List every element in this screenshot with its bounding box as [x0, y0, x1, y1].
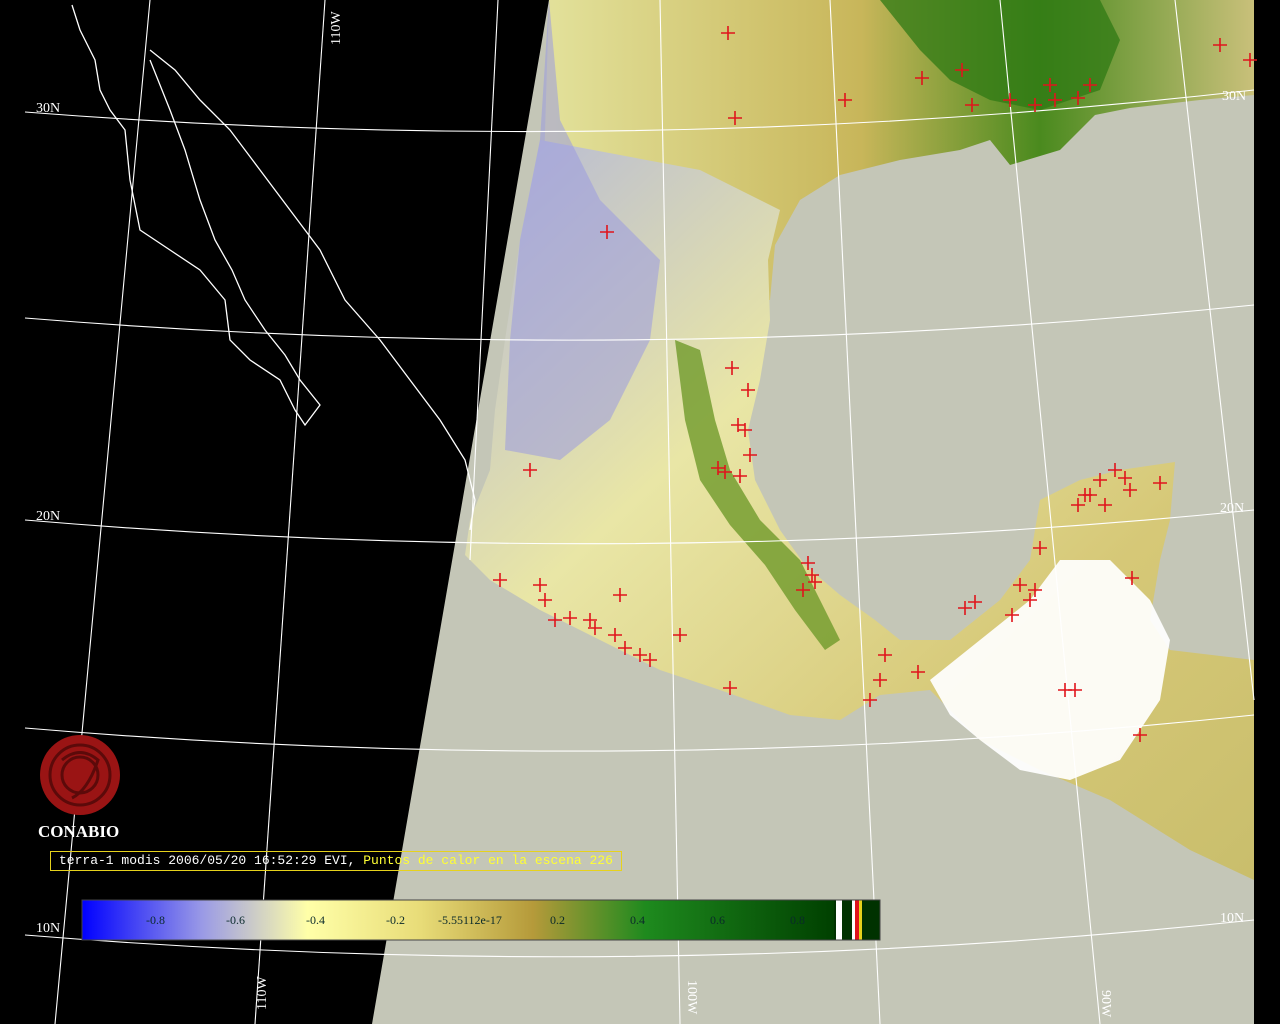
lat-label-20n: 20N — [36, 509, 60, 524]
colorbar-tick-label: -0.4 — [306, 913, 325, 927]
lon-label-100w: 100W — [684, 980, 699, 1015]
colorbar-tick-label: -0.8 — [146, 913, 165, 927]
lat-label-20n-east: 20N — [1220, 501, 1244, 516]
evi-colorbar: -0.8 -0.6 -0.4 -0.2 -5.55112e-17 0.2 0.4… — [81, 899, 881, 941]
lon-label-110w-top: 110W — [329, 11, 344, 45]
colorbar-tick-label: 0.8 — [790, 913, 805, 927]
colorbar-tick-label: 0.4 — [630, 913, 645, 927]
caption-highlight: Puntos de calor en la escena 226 — [363, 853, 613, 868]
colorbar-tick-label: -5.55112e-17 — [438, 913, 502, 927]
colorbar-tick-label: -0.6 — [226, 913, 245, 927]
colorbar-tick-label: 0.2 — [550, 913, 565, 927]
conabio-logo-text: CONABIO — [38, 822, 119, 841]
caption-prefix: terra-1 modis 2006/05/20 16:52:29 EVI, — [59, 853, 364, 868]
conabio-logo-icon — [40, 735, 120, 815]
lon-label-110w-bottom: 110W — [255, 976, 270, 1010]
lon-label-90w: 90W — [1098, 990, 1113, 1018]
lat-label-30n: 30N — [36, 101, 60, 116]
lat-label-30n-east: 30N — [1222, 89, 1246, 104]
lat-label-10n: 10N — [36, 921, 60, 936]
scene-caption: terra-1 modis 2006/05/20 16:52:29 EVI, P… — [50, 851, 622, 871]
lat-label-10n-east: 10N — [1220, 911, 1244, 926]
colorbar-tick-label: 0.6 — [710, 913, 725, 927]
colorbar-tick-label: -0.2 — [386, 913, 405, 927]
